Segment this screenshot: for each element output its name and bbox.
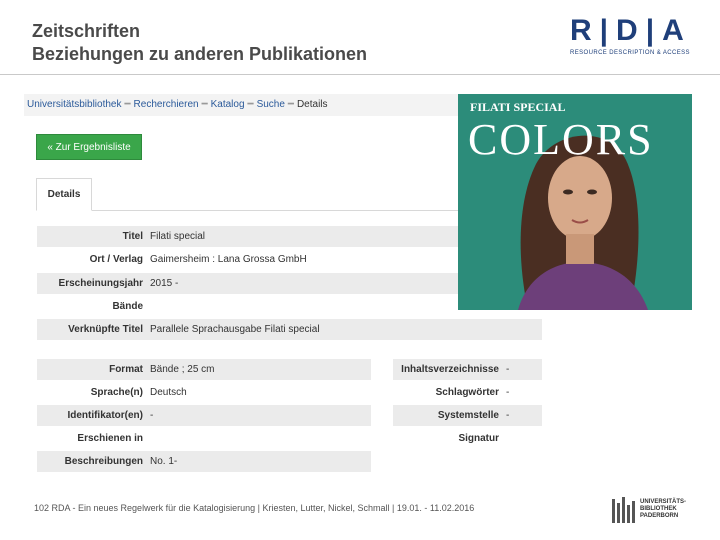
detail-label: Inhaltsverzeichnisse (401, 364, 499, 375)
detail-label: Ort / Verlag (89, 254, 143, 265)
breadcrumb-item-katalog[interactable]: Katalog (211, 99, 245, 110)
detail-row-verknuepfte-titel: Verknüpfte Titel Parallele Sprachausgabe… (37, 319, 542, 340)
breadcrumb-separator: ━ (247, 99, 254, 110)
cover-brand: FILATI SPECIAL (470, 100, 566, 114)
magazine-cover-image: FILATI SPECIAL COLORS (458, 94, 692, 310)
detail-value: 2015 - (150, 278, 179, 289)
detail-value: - (150, 410, 154, 421)
detail-value: Gaimersheim : Lana Grossa GmbH (150, 254, 307, 265)
university-library-logo: UNIVERSITÄTS-BIBLIOTHEK PADERBORN (610, 495, 710, 527)
detail-label: Beschreibungen (64, 456, 143, 467)
breadcrumb-item-details: Details (296, 99, 328, 110)
library-logo-icon (612, 497, 635, 523)
detail-value: Bände ; 25 cm (150, 364, 215, 375)
title-divider (0, 74, 720, 75)
detail-row-inhaltsverzeichnisse: Inhaltsverzeichnisse - (393, 359, 542, 380)
detail-row-beschreibungen: Beschreibungen No. 1- (37, 451, 371, 472)
rda-logo-subtitle: RESOURCE DESCRIPTION & ACCESS (570, 50, 690, 56)
detail-label: Erscheinungsjahr (58, 278, 143, 289)
detail-value: Deutsch (150, 387, 187, 398)
tab-details[interactable]: Details (36, 178, 92, 211)
back-to-results-button[interactable]: « Zur Ergebnisliste (36, 134, 142, 160)
detail-row-signatur: Signatur (393, 428, 542, 449)
rda-logo-letters: R|D|A (570, 14, 692, 47)
detail-value: - (506, 364, 510, 375)
detail-label: Sprache(n) (90, 387, 143, 398)
detail-value: Parallele Sprachausgabe Filati special (150, 324, 320, 335)
slide-title: Zeitschriften Beziehungen zu anderen Pub… (32, 20, 367, 66)
detail-label: Titel (122, 231, 143, 242)
detail-label: Systemstelle (437, 410, 499, 421)
detail-value: Filati special (150, 231, 206, 242)
detail-row-erschienen-in: Erschienen in (37, 428, 371, 449)
detail-label: Erschienen in (77, 433, 143, 444)
detail-label: Identifikator(en) (67, 410, 143, 421)
detail-label: Bände (112, 301, 143, 312)
breadcrumb-separator: ━ (124, 99, 131, 110)
slide-title-line-1: Zeitschriften (32, 21, 141, 41)
library-logo-text: UNIVERSITÄTS-BIBLIOTHEK PADERBORN (640, 499, 687, 519)
cover-title: COLORS (468, 115, 654, 164)
detail-value: - (506, 410, 510, 421)
detail-row-format: Format Bände ; 25 cm (37, 359, 371, 380)
detail-label: Verknüpfte Titel (68, 324, 143, 335)
breadcrumb-separator: ━ (287, 99, 294, 110)
breadcrumb-item-suche[interactable]: Suche (257, 99, 285, 110)
breadcrumb-separator: ━ (201, 99, 208, 110)
detail-row-sprache: Sprache(n) Deutsch (37, 382, 371, 403)
breadcrumb-item-universitaetsbibliothek[interactable]: Universitätsbibliothek (27, 99, 122, 110)
rda-logo: R|D|A RESOURCE DESCRIPTION & ACCESS (570, 16, 710, 60)
slide-title-line-2: Beziehungen zu anderen Publikationen (32, 44, 368, 64)
detail-label: Signatur (458, 433, 499, 444)
detail-row-systemstelle: Systemstelle - (393, 405, 542, 426)
breadcrumb-item-recherchieren[interactable]: Recherchieren (134, 99, 199, 110)
detail-label: Schlagwörter (435, 387, 499, 398)
detail-value: No. 1- (150, 456, 178, 467)
footer-text: 102 RDA - Ein neues Regelwerk für die Ka… (34, 503, 475, 513)
detail-label: Format (109, 364, 143, 375)
detail-row-schlagwoerter: Schlagwörter - (393, 382, 542, 403)
detail-row-identifikator: Identifikator(en) - (37, 405, 371, 426)
detail-value: - (506, 387, 510, 398)
